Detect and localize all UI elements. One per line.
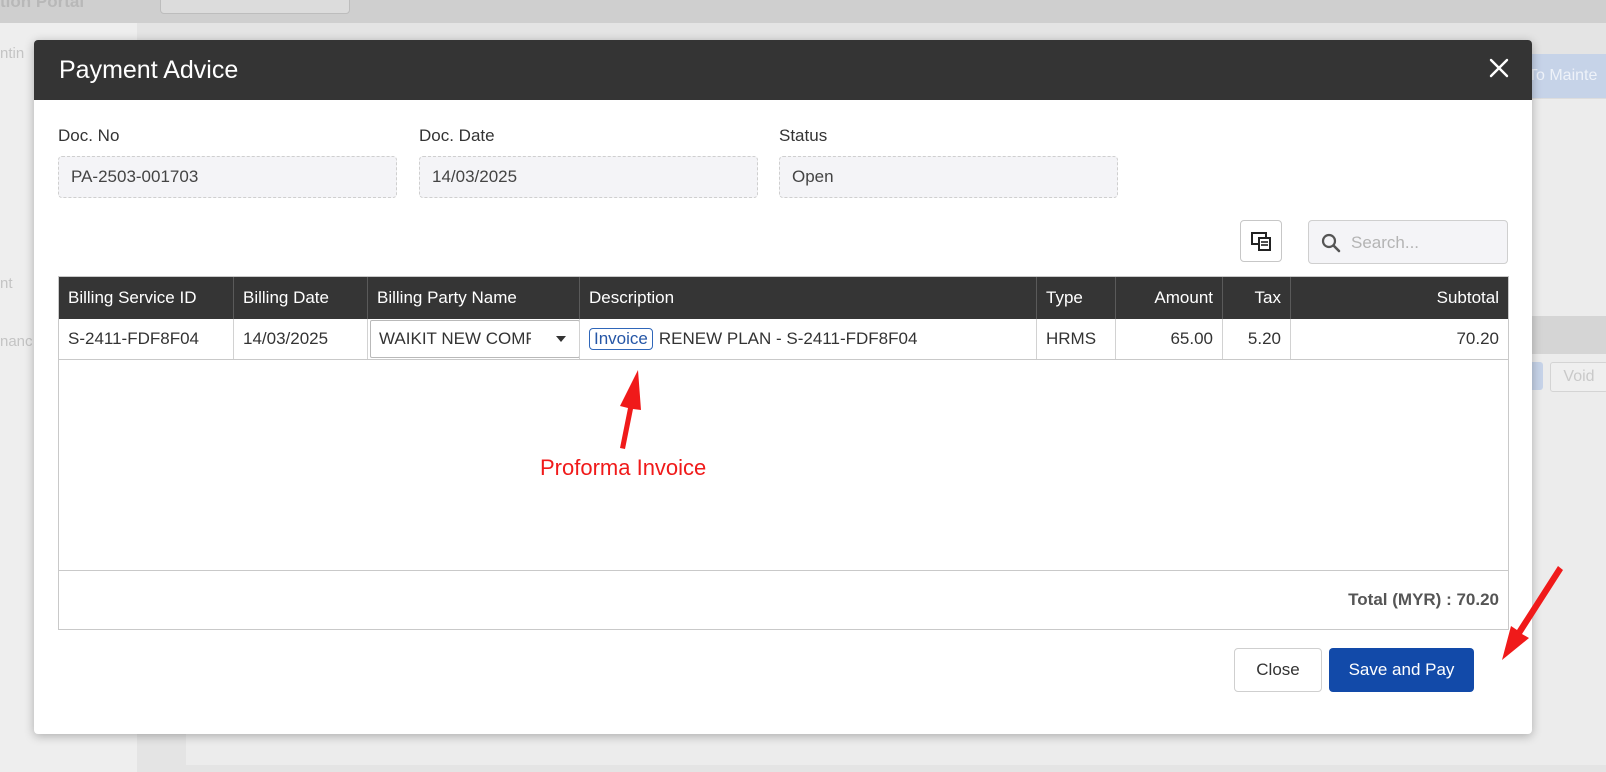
header-subtotal[interactable]: Subtotal <box>1291 277 1508 319</box>
table-header-row: Billing Service ID Billing Date Billing … <box>59 277 1508 319</box>
save-and-pay-button[interactable]: Save and Pay <box>1329 648 1474 692</box>
header-billing-service-id[interactable]: Billing Service ID <box>59 277 234 319</box>
status-label: Status <box>779 126 828 145</box>
void-button[interactable]: Void <box>1550 362 1606 392</box>
header-type[interactable]: Type <box>1037 277 1116 319</box>
maintenance-button[interactable]: To Mainte <box>1520 54 1606 98</box>
close-icon[interactable] <box>1484 53 1514 83</box>
topbar-dropdown[interactable] <box>160 0 350 14</box>
modal-title: Payment Advice <box>59 56 239 84</box>
doc-no-field: PA-2503-001703 <box>58 156 397 198</box>
sidebar-item-1[interactable]: ntin <box>0 45 24 62</box>
column-chooser-button[interactable] <box>1240 220 1282 262</box>
search-input[interactable] <box>1349 221 1503 265</box>
cell-tax: 5.20 <box>1223 319 1291 359</box>
table-total: Total (MYR) : 70.20 <box>1348 590 1499 609</box>
description-text: RENEW PLAN - S-2411-FDF8F04 <box>658 329 918 348</box>
cell-description: Invoice RENEW PLAN - S-2411-FDF8F04 <box>580 319 1037 359</box>
invoice-badge[interactable]: Invoice <box>589 328 653 350</box>
table-row[interactable]: S-2411-FDF8F04 14/03/2025 WAIKIT NEW COM… <box>59 319 1508 360</box>
cell-billing-party-name: WAIKIT NEW COMPANY <box>368 319 580 359</box>
header-description[interactable]: Description <box>580 277 1037 319</box>
header-tax[interactable]: Tax <box>1223 277 1291 319</box>
modal-header: Payment Advice <box>34 40 1532 100</box>
cell-amount: 65.00 <box>1116 319 1223 359</box>
cell-type: HRMS <box>1037 319 1116 359</box>
close-icon-glyph <box>1489 58 1509 78</box>
cell-billing-service-id: S-2411-FDF8F04 <box>59 319 234 359</box>
table-footer-divider <box>59 570 1508 571</box>
status-field: Open <box>779 156 1118 198</box>
header-amount[interactable]: Amount <box>1116 277 1223 319</box>
cell-subtotal: 70.20 <box>1456 329 1499 348</box>
annotation-label: Proforma Invoice <box>540 455 707 480</box>
search-box <box>1308 220 1508 265</box>
billing-party-select[interactable]: WAIKIT NEW COMPANY <box>370 320 579 358</box>
search-icon <box>1321 233 1341 253</box>
doc-date-label: Doc. Date <box>419 126 495 145</box>
cell-billing-date: 14/03/2025 <box>234 319 368 359</box>
app-title: tion Portal <box>0 0 85 11</box>
doc-date-field: 14/03/2025 <box>419 156 758 198</box>
billing-party-value: WAIKIT NEW COMPANY <box>379 329 531 348</box>
chevron-down-icon <box>556 336 566 342</box>
doc-no-label: Doc. No <box>58 126 120 145</box>
header-billing-date[interactable]: Billing Date <box>234 277 368 319</box>
app-topbar: tion Portal <box>0 0 1606 23</box>
sidebar-item-2[interactable]: nt <box>0 275 13 292</box>
column-chooser-icon <box>1251 232 1271 251</box>
sidebar-item-3[interactable]: nanc <box>0 333 33 350</box>
billing-table: Billing Service ID Billing Date Billing … <box>58 276 1509 630</box>
payment-advice-modal: Payment Advice Doc. No PA-2503-001703 Do… <box>34 40 1532 734</box>
close-button[interactable]: Close <box>1234 648 1322 692</box>
header-billing-party-name[interactable]: Billing Party Name <box>368 277 580 319</box>
background-table-header <box>1520 316 1606 354</box>
